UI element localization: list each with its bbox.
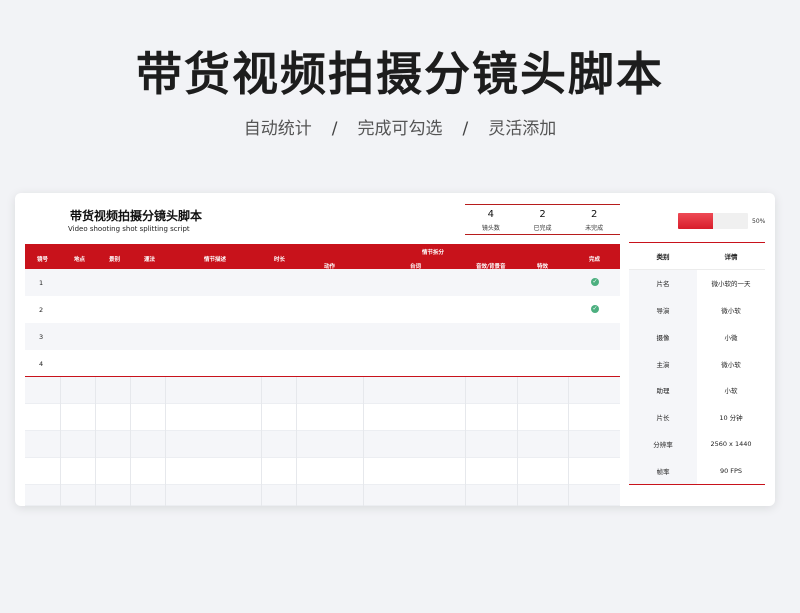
feature-separator: / <box>462 119 469 139</box>
header-shot-no: 镜号 <box>37 257 49 263</box>
info-value: 微小软的一天 <box>711 280 751 289</box>
info-value: 微小软 <box>721 306 741 315</box>
stat-label: 镜头数 <box>481 225 500 232</box>
info-value: 小软 <box>724 387 738 396</box>
table-row[interactable]: 4 <box>25 350 620 377</box>
hero-features: 自动统计 / 完成可勾选 / 灵活添加 <box>0 114 800 139</box>
check-icon[interactable]: ✓ <box>591 305 599 313</box>
row-shot-no: 1 <box>39 279 44 287</box>
info-key: 分辨率 <box>629 430 697 458</box>
header-location: 地点 <box>74 257 86 263</box>
info-row[interactable]: 主演 微小软 <box>629 350 765 377</box>
grid-line <box>60 377 61 506</box>
table-header: 镜号 地点 景别 運法 情节描述 时长 情节拆分 动作 台词 音效/背景音 特效… <box>25 244 620 270</box>
table-row[interactable]: 2 ✓ <box>25 296 620 323</box>
info-value: 微小软 <box>721 360 741 369</box>
check-icon[interactable]: ✓ <box>591 278 599 286</box>
shot-rows: 1 ✓ 2 ✓ 3 4 <box>25 269 620 377</box>
document-title: 带货视频拍摄分镜头脚本 <box>70 209 203 223</box>
info-row[interactable]: 分辨率 2560 x 1440 <box>629 430 765 458</box>
stat-label: 未完成 <box>585 225 604 232</box>
info-key: 片长 <box>629 403 697 431</box>
info-value: 90 FPS <box>719 466 743 475</box>
info-value: 2560 x 1440 <box>710 439 752 448</box>
info-key: 导演 <box>629 296 697 324</box>
grid-line <box>296 377 297 506</box>
info-key: 主演 <box>629 350 697 377</box>
empty-grid <box>25 377 620 506</box>
grid-line <box>568 377 569 506</box>
document-subtitle: Video shooting shot splitting script <box>68 225 190 233</box>
grid-row[interactable] <box>25 377 620 404</box>
header-camera-move: 運法 <box>144 257 156 263</box>
info-row[interactable]: 片名 微小软的一天 <box>629 269 765 297</box>
info-row[interactable]: 摄像 小微 <box>629 323 765 351</box>
info-value: 小微 <box>724 333 738 342</box>
info-row[interactable]: 助理 小软 <box>629 376 765 404</box>
hero-title: 带货视频拍摄分镜头脚本 <box>136 47 664 101</box>
row-shot-no: 3 <box>39 333 44 341</box>
info-table: 类别 详情 片名 微小软的一天 导演 微小软 摄像 小微 主演 微小软 助理 小… <box>629 242 765 486</box>
grid-line <box>517 377 518 506</box>
grid-line <box>363 377 364 506</box>
feature-separator: / <box>331 119 338 139</box>
grid-line <box>95 377 96 506</box>
stat-completed: 2 已完成 <box>517 205 569 234</box>
feature-flexible-add: 灵活添加 <box>488 119 557 139</box>
header-plot-split: 情节拆分 <box>422 250 445 256</box>
stat-value: 4 <box>487 209 495 220</box>
stat-label: 已完成 <box>533 225 552 232</box>
table-row[interactable]: 1 ✓ <box>25 269 620 296</box>
info-key: 摄像 <box>629 323 697 351</box>
header-shot-size: 景别 <box>109 257 121 263</box>
grid-line <box>465 377 466 506</box>
stat-incomplete: 2 未完成 <box>568 205 620 234</box>
info-row[interactable]: 片长 10 分钟 <box>629 403 765 431</box>
info-row[interactable]: 导演 微小软 <box>629 296 765 324</box>
info-key: 助理 <box>629 376 697 404</box>
info-header-value: 详情 <box>724 252 738 261</box>
row-shot-no: 4 <box>39 360 44 368</box>
grid-line <box>165 377 166 506</box>
feature-auto-stats: 自动统计 <box>243 119 312 139</box>
grid-row[interactable] <box>25 485 620 506</box>
header-duration: 时长 <box>274 257 286 263</box>
grid-row[interactable] <box>25 431 620 458</box>
feature-checkable: 完成可勾选 <box>357 119 443 139</box>
stat-shot-count: 4 镜头数 <box>465 205 517 234</box>
info-key: 片名 <box>629 269 697 297</box>
grid-row[interactable] <box>25 404 620 431</box>
grid-row[interactable] <box>25 458 620 485</box>
info-header: 类别 详情 <box>629 243 765 270</box>
row-shot-no: 2 <box>39 306 44 314</box>
grid-line <box>261 377 262 506</box>
info-value: 10 分钟 <box>719 414 743 423</box>
stat-value: 2 <box>539 209 546 220</box>
header-plot-desc: 情节描述 <box>204 257 227 263</box>
stats-panel: 4 镜头数 2 已完成 2 未完成 <box>465 204 620 235</box>
stat-value: 2 <box>590 209 598 220</box>
spreadsheet-card: 带货视频拍摄分镜头脚本 Video shooting shot splittin… <box>15 193 775 506</box>
info-row[interactable]: 帧率 90 FPS <box>629 457 765 485</box>
info-key: 帧率 <box>629 457 697 485</box>
header-done: 完成 <box>589 257 601 263</box>
progress-bar <box>678 213 748 229</box>
progress-percent: 50% <box>752 218 766 225</box>
grid-line <box>130 377 131 506</box>
info-header-key: 类别 <box>629 243 697 269</box>
table-row[interactable]: 3 <box>25 323 620 350</box>
progress-fill <box>678 213 713 229</box>
